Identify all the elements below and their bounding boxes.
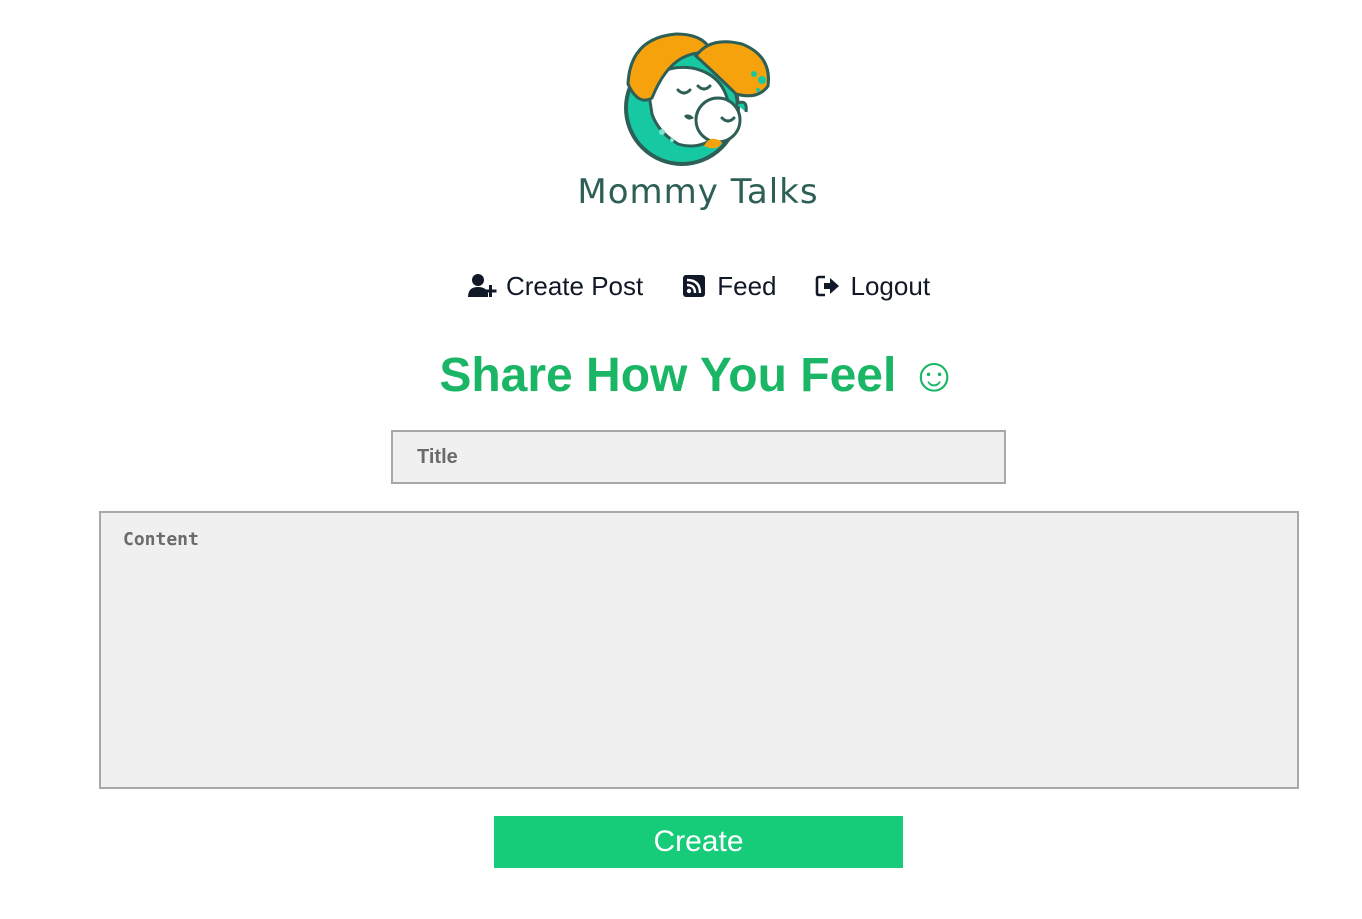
nav-feed[interactable]: Feed [679, 266, 777, 306]
nav-create-post-label: Create Post [505, 271, 644, 301]
create-button[interactable]: Create [494, 816, 903, 868]
nav-create-post[interactable]: Create Post [467, 266, 644, 306]
nav-feed-label: Feed [717, 271, 777, 301]
content-textarea[interactable] [99, 511, 1299, 789]
nav-logout[interactable]: Logout [813, 266, 931, 306]
title-input[interactable] [391, 430, 1006, 484]
rss-icon [679, 273, 709, 299]
sign-out-icon [813, 273, 843, 299]
brand-logo[interactable]: Mommy Talks [560, 22, 840, 222]
user-plus-icon [467, 273, 498, 299]
brand-name: Mommy Talks [577, 172, 819, 212]
page-heading: Share How You Feel ☺ [439, 349, 959, 402]
main-nav: Create Post Feed Logout [0, 266, 1362, 306]
page: Mommy Talks Create Post Feed Logout Shar… [0, 0, 1362, 919]
nav-logout-label: Logout [850, 271, 931, 301]
mother-baby-logo-icon [624, 32, 770, 166]
